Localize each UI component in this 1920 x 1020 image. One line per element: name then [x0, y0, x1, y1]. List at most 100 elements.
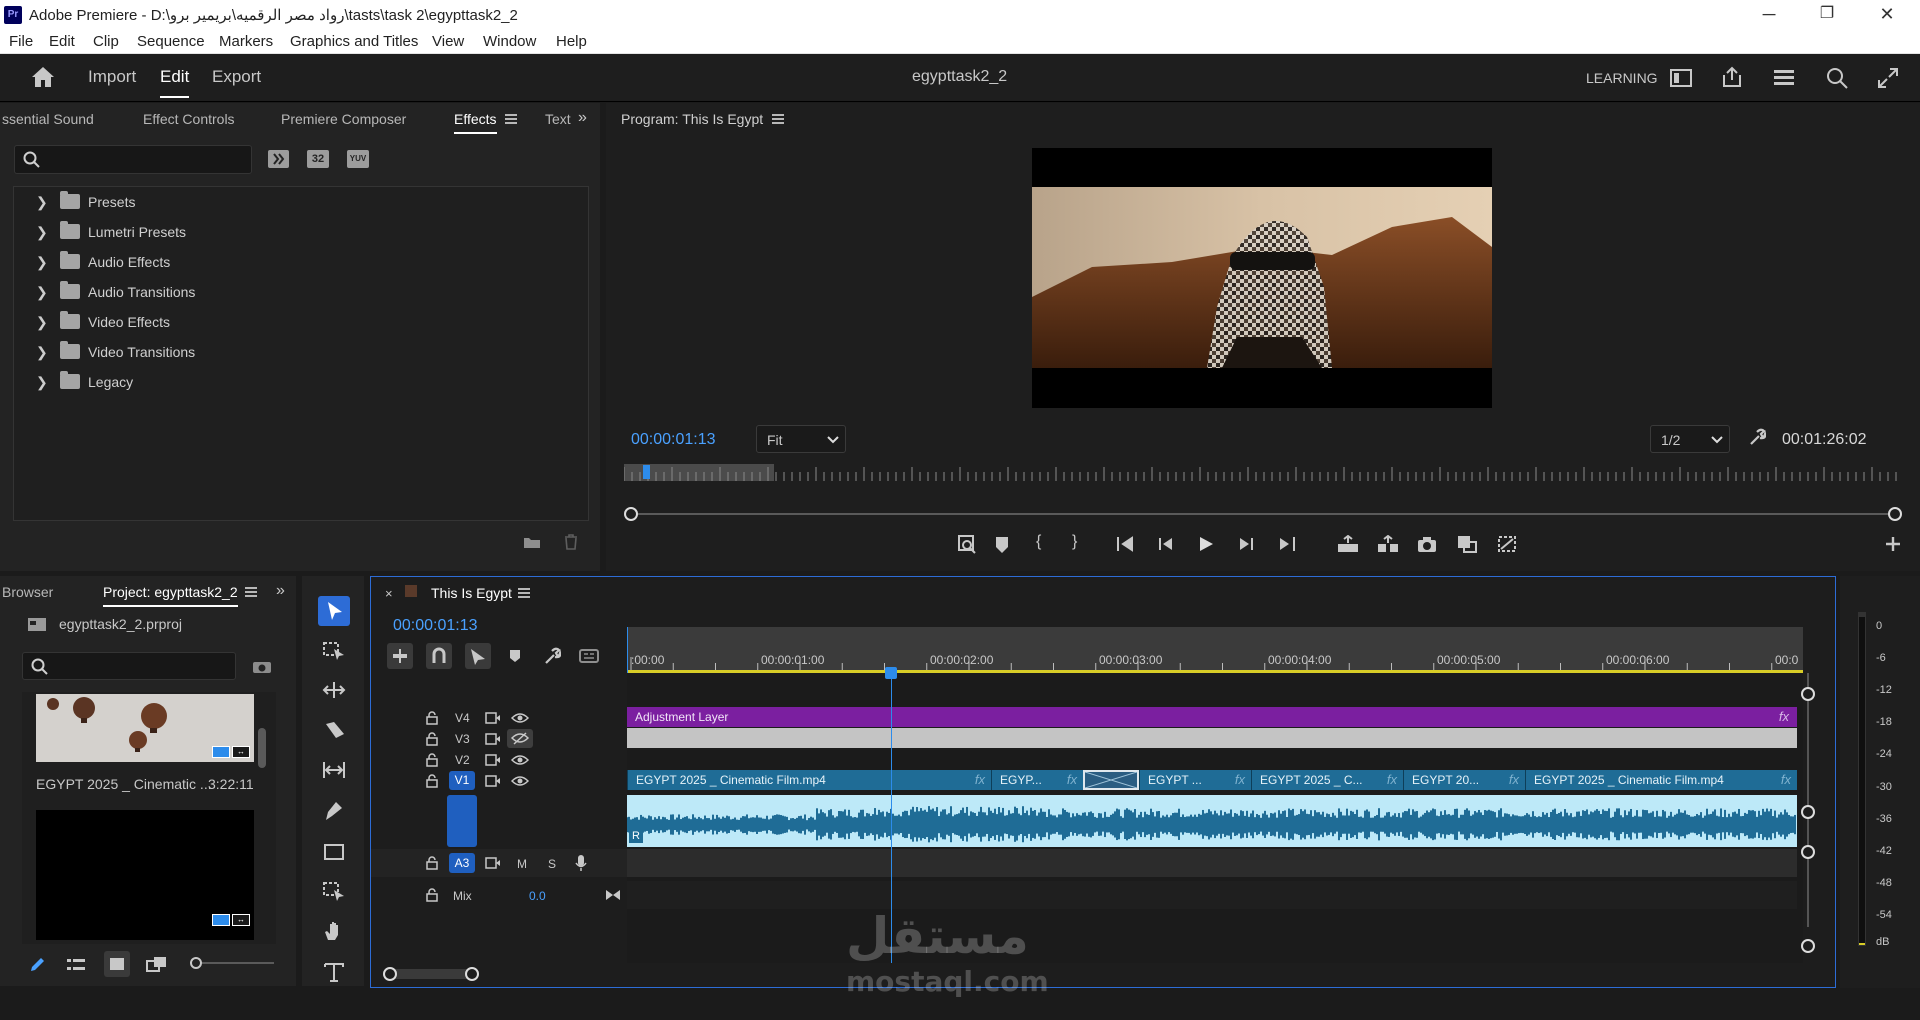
sync-lock-icon[interactable]: [485, 857, 501, 869]
menu-view[interactable]: View: [432, 33, 464, 50]
go-to-end-icon[interactable]: [605, 889, 621, 901]
track-select-icon[interactable]: [322, 640, 346, 660]
linked-selection-button[interactable]: [465, 643, 491, 669]
thumbnail-zoom-slider[interactable]: [202, 962, 274, 964]
extract-icon[interactable]: [1376, 535, 1400, 553]
thumbnail-zoom-handle[interactable]: [190, 957, 202, 969]
menu-edit[interactable]: Edit: [49, 33, 75, 50]
settings-wrench-icon[interactable]: [1748, 428, 1766, 446]
program-time-ruler[interactable]: [624, 461, 1902, 483]
share-icon[interactable]: [1721, 66, 1743, 88]
lock-icon[interactable]: [426, 711, 438, 725]
eye-icon[interactable]: [511, 754, 529, 766]
program-zoom-scrollbar[interactable]: [624, 507, 1902, 521]
solo-button[interactable]: S: [548, 857, 556, 871]
menu-sequence[interactable]: Sequence: [137, 33, 205, 50]
chevron-right-icon[interactable]: ❯: [36, 194, 48, 211]
timeline-ruler[interactable]: :00:00 00:00:01:00 00:00:02:00 00:00:03:…: [627, 627, 1803, 673]
v1-clip[interactable]: EGYPT 2025 _ C... fx: [1251, 770, 1403, 790]
tab-premiere-composer[interactable]: Premiere Composer: [281, 111, 406, 127]
home-icon[interactable]: [30, 65, 56, 89]
insert-edit-search-icon[interactable]: [956, 533, 978, 555]
panel-menu-icon[interactable]: [772, 114, 784, 124]
panel-menu-icon[interactable]: [505, 114, 517, 124]
playback-resolution-select[interactable]: 1/2: [1650, 425, 1730, 453]
quick-export-icon[interactable]: [1773, 68, 1795, 88]
sync-lock-icon[interactable]: [485, 733, 501, 745]
tree-item-lumetri-presets[interactable]: ❯ Lumetri Presets: [28, 217, 588, 247]
zoom-handle-right[interactable]: [1888, 507, 1902, 521]
eye-icon[interactable]: [511, 775, 529, 787]
generative-extend-icon[interactable]: [322, 880, 346, 902]
panel-menu-icon[interactable]: [245, 587, 257, 597]
learning-workspace-label[interactable]: LEARNING: [1586, 70, 1658, 86]
type-tool-icon[interactable]: [322, 961, 346, 983]
lock-icon[interactable]: [426, 888, 438, 902]
hand-tool-icon[interactable]: [322, 920, 346, 942]
lock-icon[interactable]: [426, 732, 438, 746]
v1-clip[interactable]: EGYPT 2025 _ Cinematic Film.mp4 fx: [1525, 770, 1797, 790]
v1-clip[interactable]: EGYPT ... fx: [1139, 770, 1251, 790]
tree-item-video-transitions[interactable]: ❯ Video Transitions: [28, 337, 588, 367]
icon-view-button[interactable]: [104, 951, 130, 977]
slip-icon[interactable]: [322, 760, 346, 780]
delete-icon[interactable]: [563, 534, 579, 550]
workspace-panel-icon[interactable]: [1670, 68, 1692, 88]
tab-edit[interactable]: Edit: [160, 67, 190, 98]
tree-item-legacy[interactable]: ❯ Legacy: [28, 367, 588, 397]
insert-nest-button[interactable]: [387, 643, 413, 669]
audio-clip[interactable]: R: [627, 795, 1797, 847]
sequence-thumbnail[interactable]: ↔: [36, 810, 254, 940]
ripple-edit-icon[interactable]: [322, 680, 346, 700]
track-label[interactable]: V4: [455, 711, 470, 725]
snap-button[interactable]: [426, 643, 452, 669]
zoom-handle-left[interactable]: [624, 507, 638, 521]
lock-icon[interactable]: [426, 856, 438, 870]
v1-clip[interactable]: EGYP... fx: [991, 770, 1083, 790]
mix-volume-value[interactable]: 0.0: [529, 889, 546, 903]
scroll-handle[interactable]: [1801, 805, 1815, 819]
chevron-right-icon[interactable]: ❯: [36, 344, 48, 361]
pen-tool-icon[interactable]: [322, 800, 346, 822]
close-sequence-button[interactable]: ×: [385, 586, 393, 601]
step-back-icon[interactable]: [1156, 536, 1176, 552]
chevron-right-icon[interactable]: ❯: [36, 314, 48, 331]
scroll-handle[interactable]: [1801, 939, 1815, 953]
zoom-level-select[interactable]: Fit: [756, 425, 846, 453]
program-timecode[interactable]: 00:00:01:13: [631, 431, 716, 449]
lock-icon[interactable]: [426, 774, 438, 788]
tab-project[interactable]: Project: egypttask2_2: [103, 584, 238, 607]
tab-import[interactable]: Import: [88, 67, 136, 87]
chevron-right-icon[interactable]: ❯: [36, 284, 48, 301]
v1-clip[interactable]: EGYPT 20... fx: [1403, 770, 1525, 790]
menu-file[interactable]: File: [9, 33, 33, 50]
panel-menu-icon[interactable]: [518, 588, 530, 598]
tree-item-presets[interactable]: ❯ Presets: [28, 187, 588, 217]
v1-transition-clip[interactable]: [1083, 770, 1139, 790]
clip-thumbnail[interactable]: ↔: [36, 694, 254, 762]
selection-tool[interactable]: [318, 596, 350, 626]
sync-lock-icon[interactable]: [485, 712, 501, 724]
eye-icon[interactable]: [511, 712, 529, 724]
effects-search-input[interactable]: [14, 145, 252, 174]
button-editor-plus-icon[interactable]: [1884, 535, 1902, 553]
menu-help[interactable]: Help: [556, 33, 587, 50]
step-forward-icon[interactable]: [1236, 536, 1256, 552]
comparison-view-icon[interactable]: [1456, 534, 1478, 554]
project-search-input[interactable]: [22, 652, 236, 680]
tab-effects[interactable]: Effects: [454, 111, 497, 134]
source-patch-a1[interactable]: [447, 795, 477, 847]
menu-window[interactable]: Window: [483, 33, 536, 50]
tab-text[interactable]: Text: [545, 111, 571, 127]
toggle-proxies-icon[interactable]: [1496, 534, 1518, 554]
v3-clip[interactable]: [627, 728, 1797, 748]
tree-item-audio-transitions[interactable]: ❯ Audio Transitions: [28, 277, 588, 307]
tab-export[interactable]: Export: [212, 67, 261, 87]
track-a3-target[interactable]: A3: [449, 853, 475, 873]
search-help-icon[interactable]: [1826, 66, 1850, 90]
track-label[interactable]: V3: [455, 732, 470, 746]
rectangle-tool-icon[interactable]: [322, 842, 346, 862]
fullscreen-icon[interactable]: [1877, 67, 1899, 89]
accelerated-effects-icon[interactable]: [268, 150, 289, 168]
mark-in-icon[interactable]: {: [1036, 533, 1041, 551]
